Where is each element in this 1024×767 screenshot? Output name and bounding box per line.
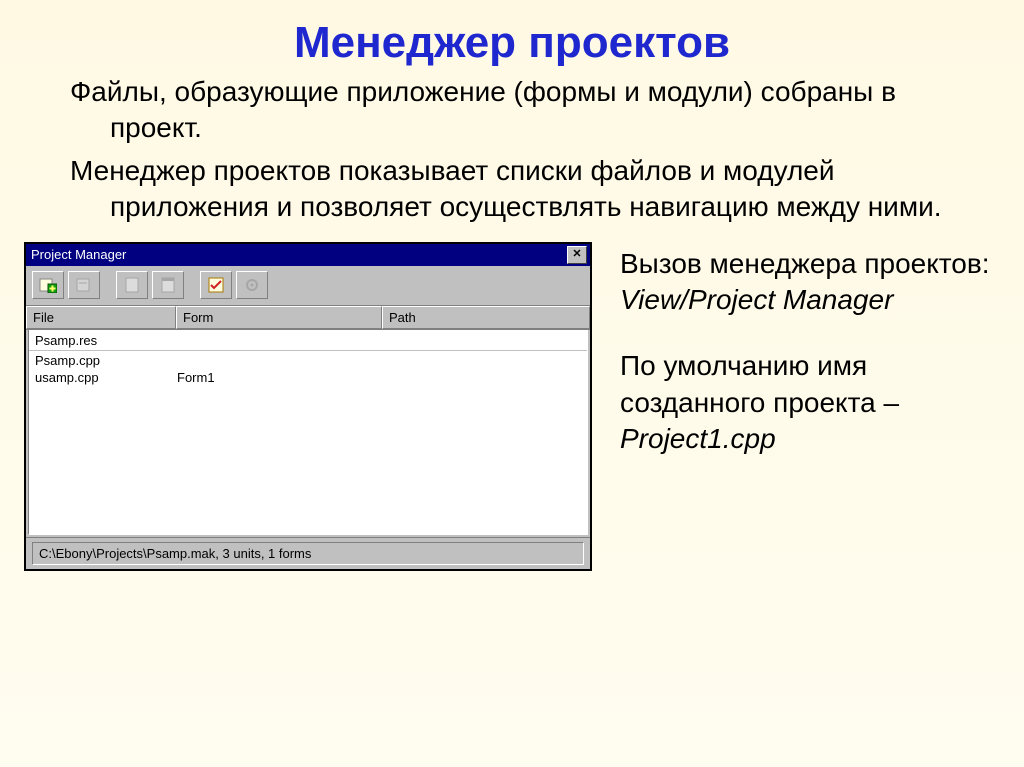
paragraph-2: Менеджер проектов показывает списки файл… [30,153,994,226]
slide-title: Менеджер проектов [0,0,1024,74]
document-icon [125,277,139,293]
view-unit-button[interactable] [116,271,148,299]
cell-path [383,352,587,369]
call-path: View/Project Manager [620,284,893,315]
refresh-icon [244,277,260,293]
status-text: C:\Ebony\Projects\Psamp.mak, 3 units, 1 … [32,542,584,565]
column-header-file[interactable]: File [26,306,176,329]
add-button[interactable] [32,271,64,299]
grid-body[interactable]: Psamp.res Psamp.cpp usamp.cpp Form1 [28,330,588,535]
table-row[interactable]: usamp.cpp Form1 [29,369,587,386]
table-row[interactable]: Psamp.res [29,332,587,349]
form-icon [161,277,175,293]
remove-file-icon [75,277,93,293]
cell-file: Psamp.res [29,332,177,349]
window-title: Project Manager [29,247,567,262]
close-button[interactable]: ✕ [567,246,587,264]
remove-button[interactable] [68,271,100,299]
project-manager-window: Project Manager ✕ [24,242,592,571]
window-titlebar[interactable]: Project Manager ✕ [26,244,590,266]
cell-file: Psamp.cpp [29,352,177,369]
options-button[interactable] [200,271,232,299]
body-text: Файлы, образующие приложение (формы и мо… [0,74,1024,242]
add-file-icon [39,277,57,293]
close-icon: ✕ [572,249,581,260]
grid-header: File Form Path [26,305,590,330]
options-icon [208,277,224,293]
paragraph-1: Файлы, образующие приложение (формы и мо… [30,74,994,147]
side-text: Вызов менеджера проектов: View/Project M… [620,242,994,488]
table-row[interactable]: Psamp.cpp [29,352,587,369]
column-header-path[interactable]: Path [382,306,590,329]
view-form-button[interactable] [152,271,184,299]
status-bar: C:\Ebony\Projects\Psamp.mak, 3 units, 1 … [26,537,590,569]
cell-form: Form1 [177,369,383,386]
cell-form [177,332,383,349]
cell-file: usamp.cpp [29,369,177,386]
cell-form [177,352,383,369]
column-header-form[interactable]: Form [176,306,382,329]
cell-path [383,369,587,386]
default-label: По умолчанию имя созданного проекта – [620,350,899,417]
call-label: Вызов менеджера проектов: [620,248,990,279]
toolbar [26,266,590,305]
default-value: Project1.cpp [620,423,776,454]
cell-path [383,332,587,349]
update-button[interactable] [236,271,268,299]
